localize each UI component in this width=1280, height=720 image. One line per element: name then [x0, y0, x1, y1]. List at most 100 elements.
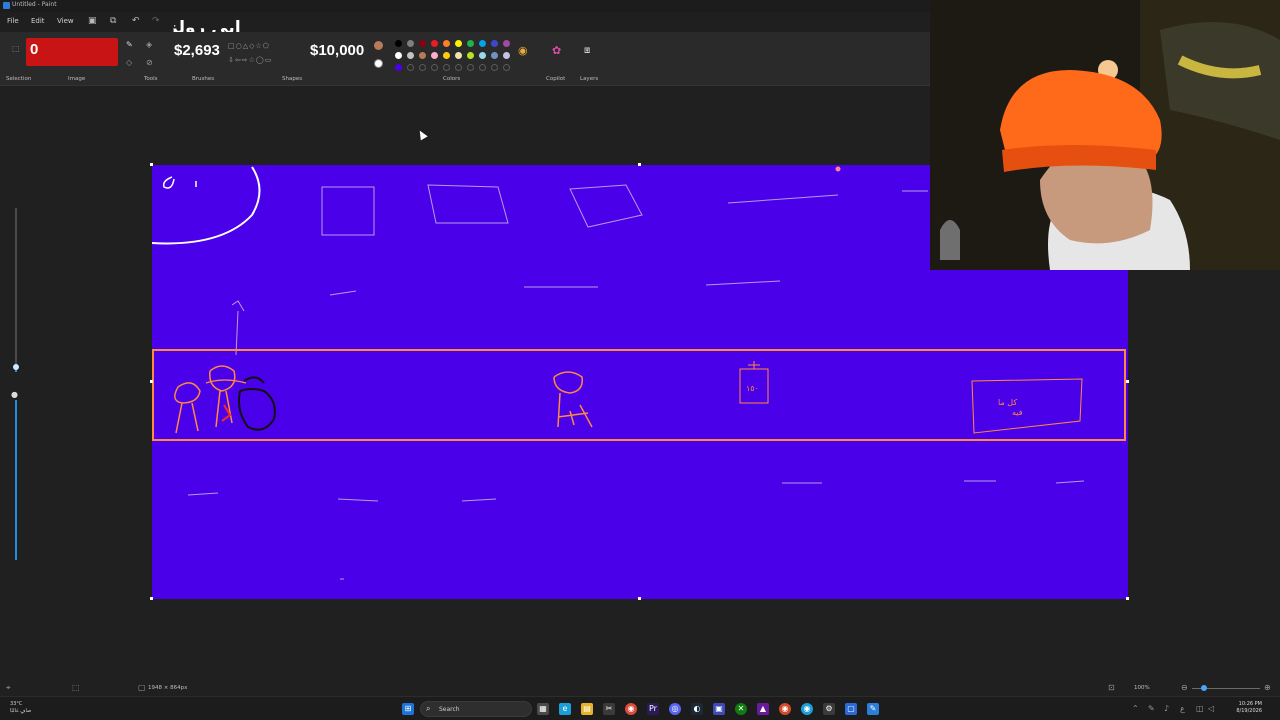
steam-icon[interactable]: ◐	[691, 703, 703, 715]
taskbar-clock[interactable]: 10:26 PM 8/19/2026	[1228, 701, 1262, 715]
sketch-line-11	[1055, 480, 1085, 484]
webcam-illustration	[930, 0, 1280, 270]
empty-color-slot[interactable]	[407, 64, 414, 71]
sketch-line-1	[727, 194, 839, 204]
pencil-icon[interactable]: ✎	[126, 40, 133, 49]
app-icon-square[interactable]: ▢	[845, 703, 857, 715]
orange-box-mark	[748, 361, 760, 369]
selection-icon[interactable]: ⬚	[12, 44, 20, 53]
empty-color-slot[interactable]	[455, 64, 462, 71]
canvas-handle-tl[interactable]	[150, 163, 153, 166]
tray-lang-icon[interactable]: ع	[1180, 704, 1185, 713]
premiere-pro-icon[interactable]: Pr	[647, 703, 659, 715]
palette-swatch[interactable]	[479, 52, 486, 59]
chrome-profile-icon[interactable]: ◉	[779, 703, 791, 715]
task-view-icon[interactable]: ▦	[537, 703, 549, 715]
weather-widget[interactable]: 33°C صافٍ غالبًا	[10, 701, 31, 715]
palette-swatch[interactable]	[455, 40, 462, 47]
tray-mic-icon[interactable]: ♪	[1164, 704, 1169, 713]
edit-colors-icon[interactable]: ◉	[518, 44, 528, 57]
primary-color-swatch[interactable]	[374, 41, 383, 50]
network-icon[interactable]: ◫	[1196, 704, 1204, 713]
empty-color-slot[interactable]	[419, 64, 426, 71]
layers-icon[interactable]: ⧆	[584, 45, 590, 56]
palette-swatch[interactable]	[407, 52, 414, 59]
menu-view[interactable]: View	[57, 17, 74, 25]
empty-color-slot[interactable]	[431, 64, 438, 71]
shapes-gallery-icon[interactable]: □○△◇☆⬠	[228, 42, 270, 50]
palette-swatch[interactable]	[395, 52, 402, 59]
palette-swatch[interactable]	[467, 40, 474, 47]
canvas-handle-mr[interactable]	[1126, 380, 1129, 383]
capcut-icon[interactable]: ✂	[603, 703, 615, 715]
palette-swatch[interactable]	[503, 52, 510, 59]
orange-road-band	[152, 349, 1126, 441]
palette-swatch[interactable]	[479, 40, 486, 47]
menu-edit[interactable]: Edit	[31, 17, 45, 25]
app-icon-blue[interactable]: ▣	[713, 703, 725, 715]
mouse-cursor	[416, 128, 428, 141]
chrome-icon[interactable]: ◉	[625, 703, 637, 715]
zoom-out-icon[interactable]: ⊖	[1181, 683, 1188, 692]
sketch-line-6	[187, 492, 219, 496]
menu-bar: File Edit View ▣ ⧉ ↶ ↷ ابي رولز	[0, 12, 930, 38]
redo-icon[interactable]: ↷	[152, 16, 160, 26]
file-explorer-icon[interactable]: ▤	[581, 703, 593, 715]
copilot-icon[interactable]: ✿	[552, 44, 561, 57]
paint-taskbar-icon[interactable]: ✎	[867, 703, 879, 715]
cursor-position-icon: ⌖	[6, 683, 11, 692]
size-slider-track[interactable]	[15, 208, 17, 368]
eraser-icon[interactable]: ◇	[126, 58, 132, 67]
palette-swatch[interactable]	[491, 52, 498, 59]
palette-swatch[interactable]	[431, 52, 438, 59]
size-slider-knob[interactable]	[13, 364, 19, 370]
palette-swatch[interactable]	[443, 52, 450, 59]
zoom-in-icon[interactable]: ⊕	[1264, 683, 1271, 692]
save-icon[interactable]: ▣	[88, 16, 97, 26]
zoom-slider-knob[interactable]	[1201, 685, 1207, 691]
fill-icon[interactable]: ◈	[146, 40, 152, 49]
empty-color-slot[interactable]	[467, 64, 474, 71]
palette-swatch[interactable]	[443, 40, 450, 47]
taskbar-search[interactable]: ⌕ Search	[420, 701, 532, 717]
palette-swatch[interactable]	[419, 52, 426, 59]
opacity-slider-track[interactable]	[15, 400, 17, 560]
tray-chevron-icon[interactable]: ⌃	[1132, 704, 1139, 713]
color-picker-icon[interactable]: ⊘	[146, 58, 153, 67]
windows-start-icon[interactable]: ⊞	[402, 703, 414, 715]
settings-icon[interactable]: ⚙	[823, 703, 835, 715]
empty-color-slot[interactable]	[503, 64, 510, 71]
secondary-color-swatch[interactable]	[374, 59, 383, 68]
palette-swatch[interactable]	[455, 52, 462, 59]
palette-swatch[interactable]	[419, 40, 426, 47]
canvas-handle-ml[interactable]	[150, 380, 153, 383]
empty-color-slot[interactable]	[443, 64, 450, 71]
undo-icon[interactable]: ↶	[132, 16, 140, 26]
palette-swatch[interactable]	[467, 52, 474, 59]
canvas-handle-br[interactable]	[1126, 597, 1129, 600]
fit-icon[interactable]: ⊡	[1108, 683, 1115, 692]
sketch-line-7	[337, 498, 379, 502]
menu-file[interactable]: File	[7, 17, 19, 25]
palette-swatch[interactable]	[503, 40, 510, 47]
xbox-icon[interactable]: ✕	[735, 703, 747, 715]
discord-icon[interactable]: ◎	[669, 703, 681, 715]
tray-pen-icon[interactable]: ✎	[1148, 704, 1155, 713]
edge-profile-icon[interactable]: ◉	[801, 703, 813, 715]
empty-color-slot[interactable]	[491, 64, 498, 71]
canvas-handle-bc[interactable]	[638, 597, 641, 600]
shapes-gallery-icon-row2[interactable]: ⇩⇦⇨☆◯▭	[228, 56, 272, 64]
palette-swatch[interactable]	[431, 40, 438, 47]
palette-swatch[interactable]	[407, 40, 414, 47]
empty-color-slot[interactable]	[479, 64, 486, 71]
app-icon-purple[interactable]: ▲	[757, 703, 769, 715]
share-icon[interactable]: ⧉	[110, 16, 116, 26]
edge-browser-icon[interactable]: e	[559, 703, 571, 715]
zoom-level[interactable]: 100%	[1134, 685, 1150, 691]
palette-swatch[interactable]	[395, 40, 402, 47]
palette-swatch[interactable]	[491, 40, 498, 47]
volume-icon[interactable]: ◁	[1208, 704, 1214, 713]
canvas-handle-tc[interactable]	[638, 163, 641, 166]
custom-color-swatch[interactable]	[395, 64, 402, 71]
canvas-handle-bl[interactable]	[150, 597, 153, 600]
